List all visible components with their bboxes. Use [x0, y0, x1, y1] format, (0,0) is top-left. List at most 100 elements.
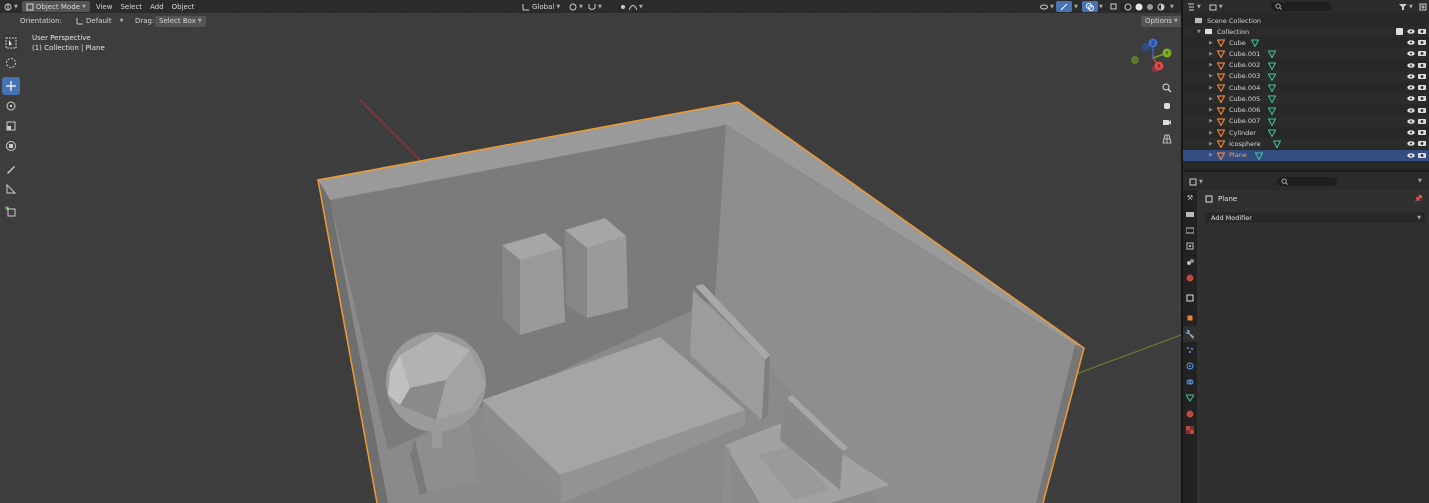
menu-view[interactable]: View [92, 1, 117, 12]
drag-dropdown[interactable]: Select Box ▼ [155, 15, 206, 27]
camera-icon[interactable] [1418, 28, 1426, 35]
expand-arrow-icon[interactable]: ▶ [1209, 85, 1213, 91]
snap-button[interactable]: ▼ [584, 1, 606, 12]
expand-arrow-icon[interactable]: ▶ [1209, 51, 1213, 57]
properties-options-chevron-icon[interactable]: ▼ [1418, 178, 1422, 184]
tab-constraints[interactable] [1183, 374, 1197, 390]
camera-view-button[interactable] [1159, 114, 1175, 130]
collection-row[interactable]: ▼ Collection [1183, 26, 1429, 37]
eye-icon[interactable] [1407, 28, 1415, 35]
perspective-toggle-button[interactable] [1159, 131, 1175, 147]
tab-particles[interactable] [1183, 342, 1197, 358]
expand-arrow-icon[interactable]: ▶ [1209, 40, 1213, 46]
eye-icon[interactable] [1407, 152, 1415, 159]
exclude-checkbox[interactable] [1396, 28, 1403, 35]
properties-search-input[interactable] [1277, 177, 1337, 186]
camera-icon[interactable] [1418, 107, 1426, 114]
camera-icon[interactable] [1418, 39, 1426, 46]
outliner-row-cube-007[interactable]: ▶ Cube.007 [1183, 115, 1429, 127]
eye-icon[interactable] [1407, 39, 1415, 46]
expand-arrow-icon[interactable]: ▶ [1209, 141, 1213, 147]
outliner-row-icosphere[interactable]: ▶ Icosphere [1183, 138, 1429, 150]
outliner-row-cube-003[interactable]: ▶ Cube.003 [1183, 70, 1429, 82]
eye-icon[interactable] [1407, 95, 1415, 102]
scene-collection-row[interactable]: Scene Collection [1183, 15, 1429, 26]
cursor-tool[interactable] [2, 54, 20, 72]
outliner-row-cylinder[interactable]: ▶ Cylinder [1183, 127, 1429, 138]
expand-arrow-icon[interactable]: ▼ [1197, 29, 1201, 35]
eye-icon[interactable] [1407, 140, 1415, 147]
tab-collection[interactable] [1183, 290, 1197, 306]
outliner-row-cube[interactable]: ▶ Cube [1183, 37, 1429, 48]
camera-icon[interactable] [1418, 152, 1426, 159]
solid-shading-icon[interactable] [1135, 3, 1143, 11]
menu-add[interactable]: Add [146, 1, 168, 12]
expand-arrow-icon[interactable]: ▶ [1209, 107, 1213, 113]
rendered-shading-icon[interactable] [1157, 3, 1165, 11]
filter-button[interactable]: ▼ [1395, 1, 1417, 12]
menu-select[interactable]: Select [116, 1, 146, 12]
outliner-editor-type[interactable]: ▼ [1183, 1, 1205, 12]
camera-icon[interactable] [1418, 62, 1426, 69]
outliner-search-input[interactable] [1271, 2, 1331, 11]
tab-tool[interactable]: ⚒ [1183, 190, 1197, 206]
outliner-row-cube-005[interactable]: ▶ Cube.005 [1183, 93, 1429, 105]
eye-icon[interactable] [1407, 62, 1415, 69]
proportional-edit-button[interactable]: ▼ [615, 1, 647, 12]
tab-view-layer[interactable] [1183, 238, 1197, 254]
measure-tool[interactable] [2, 180, 20, 198]
tab-object[interactable] [1183, 310, 1197, 326]
3d-viewport[interactable]: ▼ Object Mode ▼ View Select Add Object G… [0, 0, 1181, 503]
wireframe-shading-icon[interactable] [1124, 3, 1132, 11]
properties-editor-type[interactable]: ▼ [1185, 176, 1207, 187]
expand-arrow-icon[interactable]: ▶ [1209, 96, 1213, 102]
camera-icon[interactable] [1418, 73, 1426, 80]
rotate-tool[interactable] [2, 97, 20, 115]
transform-tool[interactable] [2, 137, 20, 155]
options-dropdown[interactable]: Options ▼ [1141, 15, 1181, 27]
zoom-button[interactable] [1159, 80, 1175, 96]
eye-icon[interactable] [1407, 50, 1415, 57]
new-collection-button[interactable] [1415, 1, 1429, 12]
pin-icon[interactable]: 📌 [1414, 195, 1423, 203]
outliner-row-cube-006[interactable]: ▶ Cube.006 [1183, 105, 1429, 116]
shading-dropdown[interactable]: ▼ [1166, 1, 1178, 12]
expand-arrow-icon[interactable]: ▶ [1209, 130, 1213, 136]
scale-tool[interactable] [2, 117, 20, 135]
camera-icon[interactable] [1418, 50, 1426, 57]
camera-icon[interactable] [1418, 95, 1426, 102]
tab-material[interactable] [1183, 406, 1197, 422]
tab-render[interactable] [1183, 206, 1197, 222]
eye-icon[interactable] [1407, 107, 1415, 114]
orientation-dropdown[interactable]: Default ▼ [72, 16, 127, 27]
menu-object[interactable]: Object [168, 1, 199, 12]
annotate-tool[interactable] [2, 160, 20, 178]
tab-scene[interactable] [1183, 254, 1197, 270]
gizmo-dropdown[interactable]: ▼ [1070, 1, 1082, 12]
camera-icon[interactable] [1418, 84, 1426, 91]
outliner-row-cube-001[interactable]: ▶ Cube.001 [1183, 48, 1429, 60]
camera-icon[interactable] [1418, 129, 1426, 136]
tab-world[interactable] [1183, 270, 1197, 286]
tab-physics[interactable] [1183, 358, 1197, 374]
transform-orientation-dropdown[interactable]: Global ▼ [518, 1, 564, 12]
outliner-row-cube-004[interactable]: ▶ Cube.004 [1183, 82, 1429, 93]
outliner-row-cube-002[interactable]: ▶ Cube.002 [1183, 60, 1429, 71]
add-cube-tool[interactable] [2, 203, 20, 221]
pan-button[interactable] [1159, 97, 1175, 113]
tab-modifiers[interactable]: 🔧 [1183, 326, 1197, 342]
expand-arrow-icon[interactable]: ▶ [1209, 118, 1213, 124]
material-shading-icon[interactable] [1146, 3, 1154, 11]
mode-dropdown[interactable]: Object Mode ▼ [21, 1, 90, 12]
select-box-tool[interactable] [2, 34, 20, 52]
add-modifier-dropdown[interactable]: Add Modifier ▼ [1205, 212, 1425, 223]
expand-arrow-icon[interactable]: ▶ [1209, 62, 1213, 68]
expand-arrow-icon[interactable]: ▶ [1209, 152, 1213, 158]
tab-output[interactable] [1183, 222, 1197, 238]
eye-icon[interactable] [1407, 118, 1415, 125]
eye-icon[interactable] [1407, 84, 1415, 91]
navigation-gizmo[interactable]: Z Y X [1130, 38, 1176, 78]
expand-arrow-icon[interactable]: ▶ [1209, 73, 1213, 79]
visibility-button[interactable]: ▼ [1036, 1, 1058, 12]
tab-texture[interactable] [1183, 422, 1197, 438]
